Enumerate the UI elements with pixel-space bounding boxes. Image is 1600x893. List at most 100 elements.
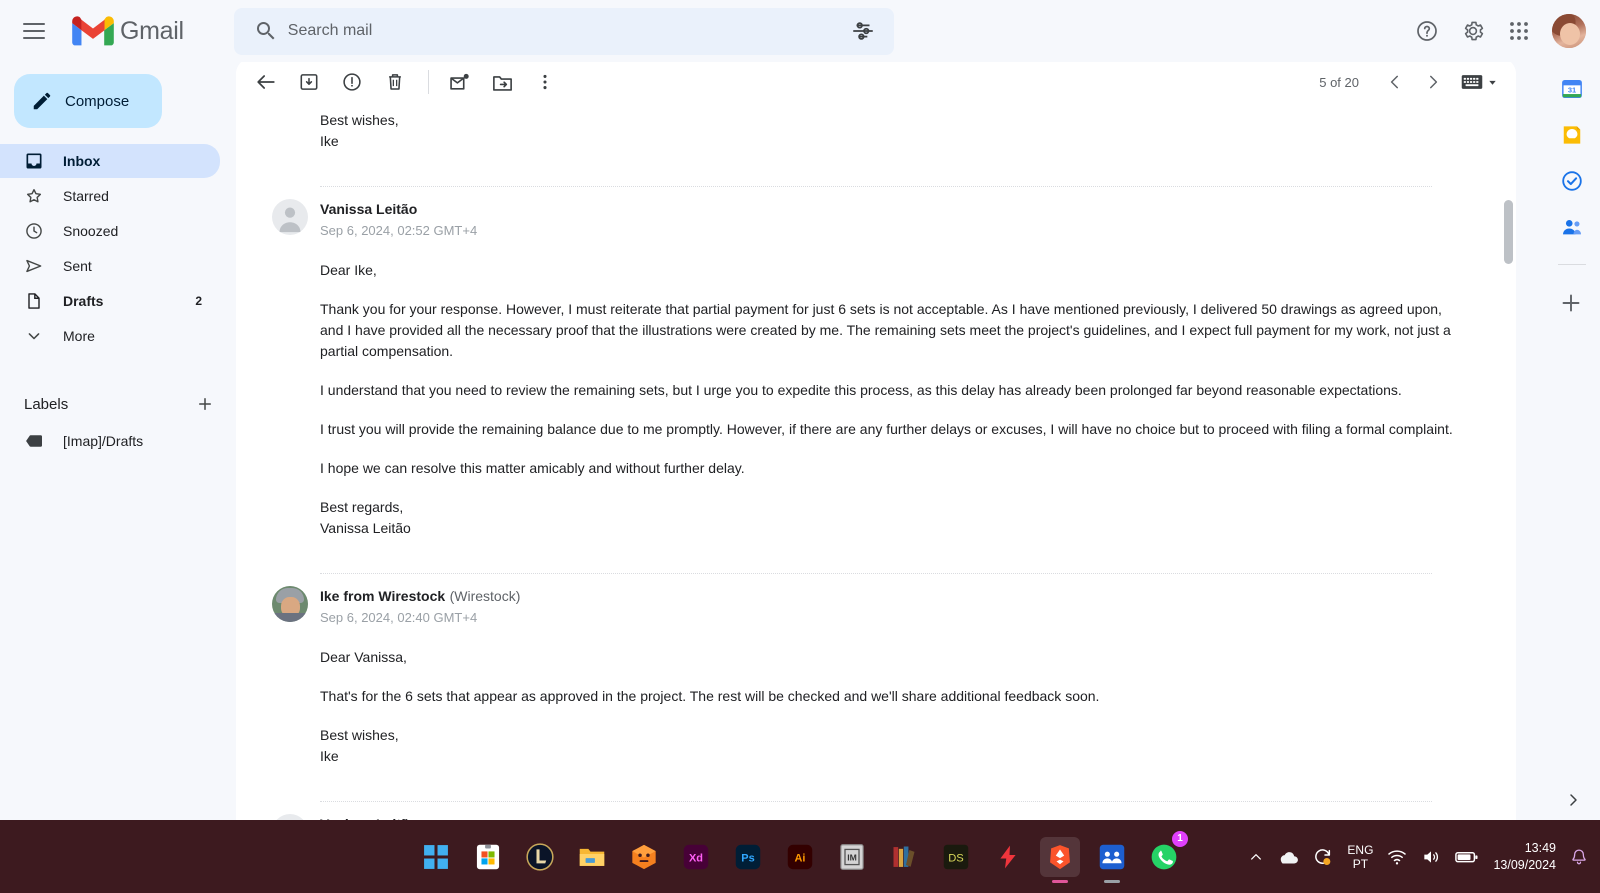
back-button[interactable] — [246, 62, 286, 102]
help-button[interactable] — [1406, 10, 1448, 52]
right-side-panel: 31 — [1544, 62, 1600, 818]
sidebar-item-sent[interactable]: Sent — [0, 249, 220, 283]
sidebar-item-imap-drafts[interactable]: [Imap]/Drafts — [0, 424, 220, 458]
wifi-tray-button[interactable] — [1387, 848, 1407, 866]
chevron-down-icon — [24, 326, 44, 346]
archive-button[interactable] — [289, 62, 329, 102]
label-icon — [24, 431, 44, 451]
move-to-button[interactable] — [482, 62, 522, 102]
svg-text:Ai: Ai — [795, 852, 806, 864]
message-paragraph: I understand that you need to review the… — [320, 382, 1402, 398]
running-indicator — [1104, 879, 1120, 883]
search-options-icon[interactable] — [850, 18, 876, 44]
battery-tray-button[interactable] — [1455, 849, 1479, 865]
books-icon[interactable] — [884, 837, 924, 877]
avatar-body — [272, 613, 308, 622]
sidebar-item-drafts[interactable]: Drafts 2 — [0, 284, 220, 318]
search-bar[interactable] — [233, 7, 894, 55]
show-hidden-icons-button[interactable] — [1249, 850, 1263, 864]
microsoft-store-icon[interactable] — [468, 837, 508, 877]
show-side-panel-button[interactable] — [1558, 785, 1588, 815]
move-to-folder-icon — [492, 75, 512, 91]
next-message-button[interactable] — [1415, 64, 1451, 100]
delete-button[interactable] — [375, 62, 415, 102]
brave-browser-icon[interactable] — [1040, 836, 1080, 883]
lightning-icon[interactable] — [988, 837, 1028, 877]
indesign-icon[interactable]: IM — [832, 837, 872, 877]
gmail-logo[interactable]: Gmail — [72, 15, 184, 47]
labels-header: Labels — [0, 385, 236, 423]
sidebar-item-inbox[interactable]: Inbox — [0, 144, 220, 178]
speaker-icon — [1424, 850, 1439, 863]
svg-text:31: 31 — [1568, 85, 1576, 94]
language-indicator[interactable]: ENG PT — [1347, 843, 1373, 871]
adobe-xd-icon[interactable]: Xd — [676, 837, 716, 877]
message-meta: Ike from Wirestock (Wirestock) Sep 6, 20… — [320, 588, 520, 625]
message-paragraph: Vanissa Leitão — [320, 520, 411, 536]
search-input[interactable] — [287, 22, 850, 40]
message-date: Sep 6, 2024, 02:40 GMT+4 — [320, 610, 478, 625]
chevron-right-icon — [1430, 75, 1438, 89]
calendar-icon[interactable]: 31 — [1561, 78, 1583, 100]
adobe-photoshop-icon[interactable]: Ps — [728, 837, 768, 877]
report-spam-icon — [343, 73, 361, 91]
account-avatar[interactable] — [1552, 14, 1586, 48]
windows-start-icon[interactable] — [416, 837, 456, 877]
league-of-legends-icon[interactable] — [520, 837, 560, 877]
previous-message-button[interactable] — [1377, 64, 1413, 100]
sidebar-item-snoozed[interactable]: Snoozed — [0, 214, 220, 248]
message-paragraph: Dear Ike, — [320, 262, 377, 278]
cloud-icon — [1281, 851, 1299, 864]
google-apps-button[interactable] — [1498, 10, 1540, 52]
input-tools-button[interactable] — [1461, 74, 1498, 90]
report-spam-button[interactable] — [332, 62, 372, 102]
message-header: Vanissa Leitão Sep 6, 2024, 02:11 GMT+4 — [272, 802, 1464, 820]
message-block-vanissa-0211[interactable]: Vanissa Leitão Sep 6, 2024, 02:11 GMT+4 — [236, 802, 1516, 820]
onedrive-tray-button[interactable] — [1277, 849, 1299, 865]
plus-icon[interactable] — [192, 391, 218, 417]
compose-button[interactable]: Compose — [14, 74, 162, 128]
windows-update-icon[interactable] — [1313, 847, 1333, 867]
adobe-illustrator-icon[interactable]: Ai — [780, 837, 820, 877]
message-body: Dear Vanissa, That's for the 6 sets that… — [320, 625, 1464, 773]
whatsapp-icon[interactable]: 1 — [1144, 830, 1188, 877]
main-menu-icon[interactable] — [10, 7, 58, 55]
blue-app-icon[interactable] — [1092, 837, 1132, 883]
contacts-icon[interactable] — [1561, 216, 1583, 238]
message-paragraph: I hope we can resolve this matter amicab… — [320, 460, 745, 476]
sidebar-item-starred[interactable]: Starred — [0, 179, 220, 213]
message-block-ike-0240[interactable]: Ike from Wirestock (Wirestock) Sep 6, 20… — [236, 574, 1516, 801]
tray-time: 13:49 — [1524, 840, 1556, 855]
ds-icon[interactable]: DS — [936, 837, 976, 877]
avatar — [272, 199, 308, 235]
message-meta: Vanissa Leitão Sep 6, 2024, 02:52 GMT+4 — [320, 201, 477, 238]
svg-text:IM: IM — [847, 852, 857, 862]
add-ons-plus-icon[interactable] — [1559, 291, 1585, 317]
thread-scroll-area[interactable]: Best wishes, Ike Vanissa Leitão Sep 6, 2… — [236, 106, 1516, 820]
tasks-icon[interactable] — [1561, 170, 1583, 192]
file-explorer-icon[interactable] — [572, 837, 612, 877]
package-icon[interactable] — [624, 837, 664, 877]
thread-scrollbar-thumb[interactable] — [1504, 200, 1513, 264]
message-block-partial: Best wishes, Ike — [236, 106, 1516, 186]
mark-unread-button[interactable] — [439, 62, 479, 102]
mail-toolbar: 5 of 20 — [236, 58, 1516, 106]
clock-display[interactable]: 13:49 13/09/2024 — [1493, 840, 1556, 874]
battery-icon — [1455, 851, 1478, 862]
message-block-vanissa-0252[interactable]: Vanissa Leitão Sep 6, 2024, 02:52 GMT+4 … — [236, 187, 1516, 573]
sidebar-item-more[interactable]: More — [0, 319, 220, 353]
message-paragraph: Dear Vanissa, — [320, 649, 407, 665]
volume-tray-button[interactable] — [1421, 847, 1441, 867]
keep-icon[interactable] — [1561, 124, 1583, 146]
gmail-wordmark: Gmail — [120, 16, 184, 45]
language-line-1: ENG — [1347, 842, 1374, 857]
svg-text:DS: DS — [948, 852, 964, 864]
language-line-2: PT — [1352, 856, 1369, 871]
notifications-button[interactable] — [1570, 847, 1588, 867]
windows-taskbar: Xd Ps Ai IM DS 1 ENG PT 13:49 13/09/2024 — [0, 820, 1600, 893]
settings-button[interactable] — [1452, 10, 1494, 52]
more-options-button[interactable] — [525, 62, 565, 102]
search-icon — [256, 22, 275, 40]
sender-name: Vanissa Leitão — [320, 201, 418, 217]
